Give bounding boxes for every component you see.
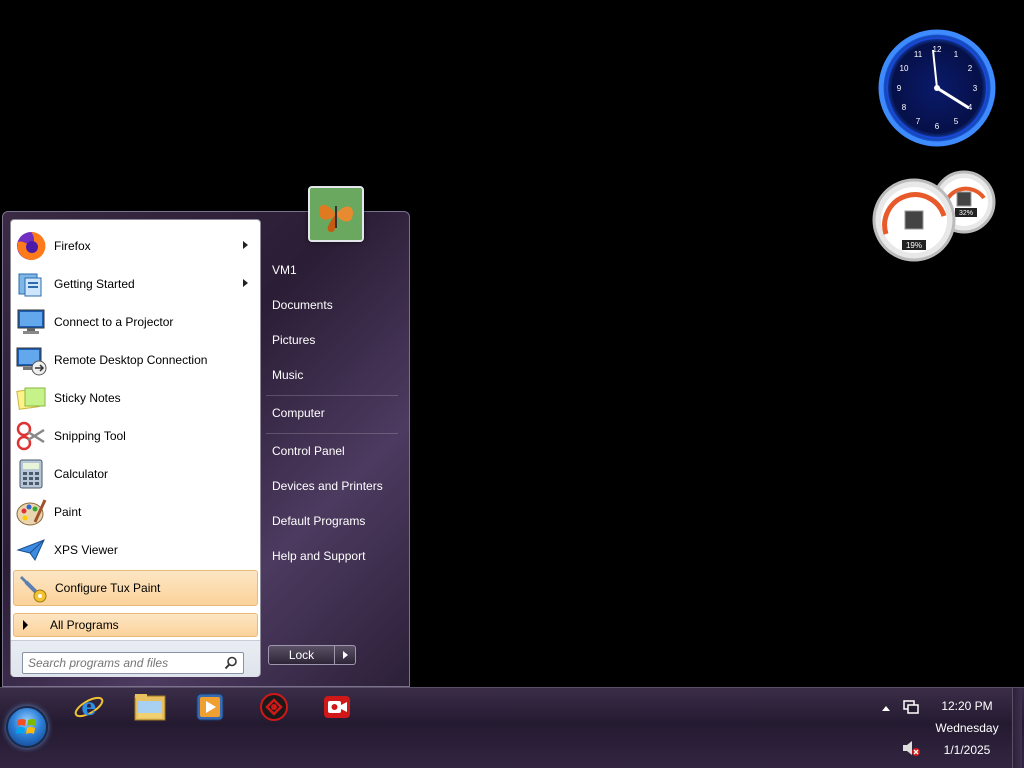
media-player-icon[interactable] [193,690,227,724]
menu-item-snipping-tool[interactable]: Snipping Tool [13,418,258,454]
memory-percent: 32% [959,210,973,217]
svg-text:8: 8 [902,103,907,112]
separator [266,395,398,396]
user-picture[interactable] [308,186,364,242]
right-item-music[interactable]: Music [264,360,398,390]
volume-muted-icon[interactable] [900,737,922,759]
network-icon[interactable] [900,696,922,718]
windows-logo-icon [16,719,36,734]
svg-text:2: 2 [968,64,973,73]
sticky-notes-icon [15,382,47,414]
menu-item-sticky-notes[interactable]: Sticky Notes [13,380,258,416]
butterfly-image [310,188,362,240]
red-app-icon[interactable] [257,690,291,724]
menu-item-getting-started[interactable]: Getting Started [13,266,258,302]
show-hidden-icons-button[interactable] [876,698,896,718]
start-button[interactable] [6,706,48,748]
clock-gadget[interactable]: 12 1 2 345 678 9 10 11 [877,28,997,148]
chevron-right-icon [342,651,348,659]
svg-text:11: 11 [914,50,923,59]
submenu-arrow-icon [243,279,248,287]
menu-item-firefox[interactable]: Firefox [13,228,258,264]
all-programs-label: All Programs [50,618,119,632]
svg-text:1: 1 [954,50,959,59]
submenu-arrow-icon [243,241,248,249]
right-item-help-and-support[interactable]: Help and Support [264,541,398,571]
menu-item-label: Snipping Tool [54,429,126,443]
svg-text:e: e [81,692,96,721]
clock-day: Wednesday [935,721,999,735]
all-programs-button[interactable]: All Programs [13,613,258,637]
remote-desktop-icon [15,344,47,376]
tux-paint-config-icon [16,572,48,604]
svg-text:6: 6 [935,122,940,131]
right-item-documents[interactable]: Documents [264,290,398,320]
paint-icon [15,496,47,528]
right-item-computer[interactable]: Computer [264,398,398,428]
right-item-default-programs[interactable]: Default Programs [264,506,398,536]
svg-text:3: 3 [973,84,978,93]
search-area [11,640,260,677]
menu-item-label: Calculator [54,467,109,481]
firefox-icon [15,230,47,262]
menu-item-xps-viewer[interactable]: XPS Viewer [13,532,258,568]
taskbar-clock[interactable]: 12:20 PM Wednesday 1/1/2025 [920,695,1014,761]
menu-item-remote-desktop-connection[interactable]: Remote Desktop Connection [13,342,258,378]
clock-date: 1/1/2025 [943,743,991,757]
right-item-pictures[interactable]: Pictures [264,325,398,355]
snipping-tool-icon [15,420,47,452]
menu-item-paint[interactable]: Paint [13,494,258,530]
menu-item-calculator[interactable]: Calculator [13,456,258,492]
svg-text:7: 7 [916,117,921,126]
show-desktop-button[interactable] [1012,688,1022,768]
menu-item-label: Connect to a Projector [54,315,174,329]
right-item-control-panel[interactable]: Control Panel [264,436,398,466]
svg-text:9: 9 [897,84,902,93]
xps-viewer-icon [15,534,47,566]
menu-item-label: Remote Desktop Connection [54,353,208,367]
screen-recorder-icon[interactable] [320,690,354,724]
shutdown-options-button[interactable] [335,645,356,665]
right-item-vm1[interactable]: VM1 [264,255,398,285]
separator [266,433,398,434]
calculator-icon [15,458,47,490]
menu-item-label: Sticky Notes [54,391,121,405]
cpu-meter-gadget[interactable]: 32% 19% [872,168,1000,264]
svg-text:5: 5 [954,117,959,126]
right-item-devices-and-printers[interactable]: Devices and Printers [264,471,398,501]
getting-started-icon [15,268,47,300]
menu-item-label: Paint [54,505,82,519]
menu-item-label: Configure Tux Paint [55,581,161,595]
projector-icon [15,306,47,338]
search-icon[interactable] [224,656,238,673]
file-explorer-icon[interactable] [133,690,167,724]
svg-text:10: 10 [900,64,909,73]
programs-pane: Firefox Getting Started Connect to a Pro… [10,219,261,677]
search-input[interactable] [28,656,218,670]
menu-item-configure-tux-paint[interactable]: Configure Tux Paint [13,570,258,606]
search-box[interactable] [22,652,244,674]
menu-item-label: XPS Viewer [54,543,118,557]
menu-item-label: Firefox [54,239,91,253]
cpu-percent: 19% [906,241,922,250]
lock-button[interactable]: Lock [268,645,335,665]
internet-explorer-icon[interactable]: e [72,690,106,724]
menu-item-label: Getting Started [54,277,135,291]
menu-item-connect-to-a-projector[interactable]: Connect to a Projector [13,304,258,340]
expand-arrow-icon [23,620,28,630]
clock-time: 12:20 PM [941,699,993,713]
